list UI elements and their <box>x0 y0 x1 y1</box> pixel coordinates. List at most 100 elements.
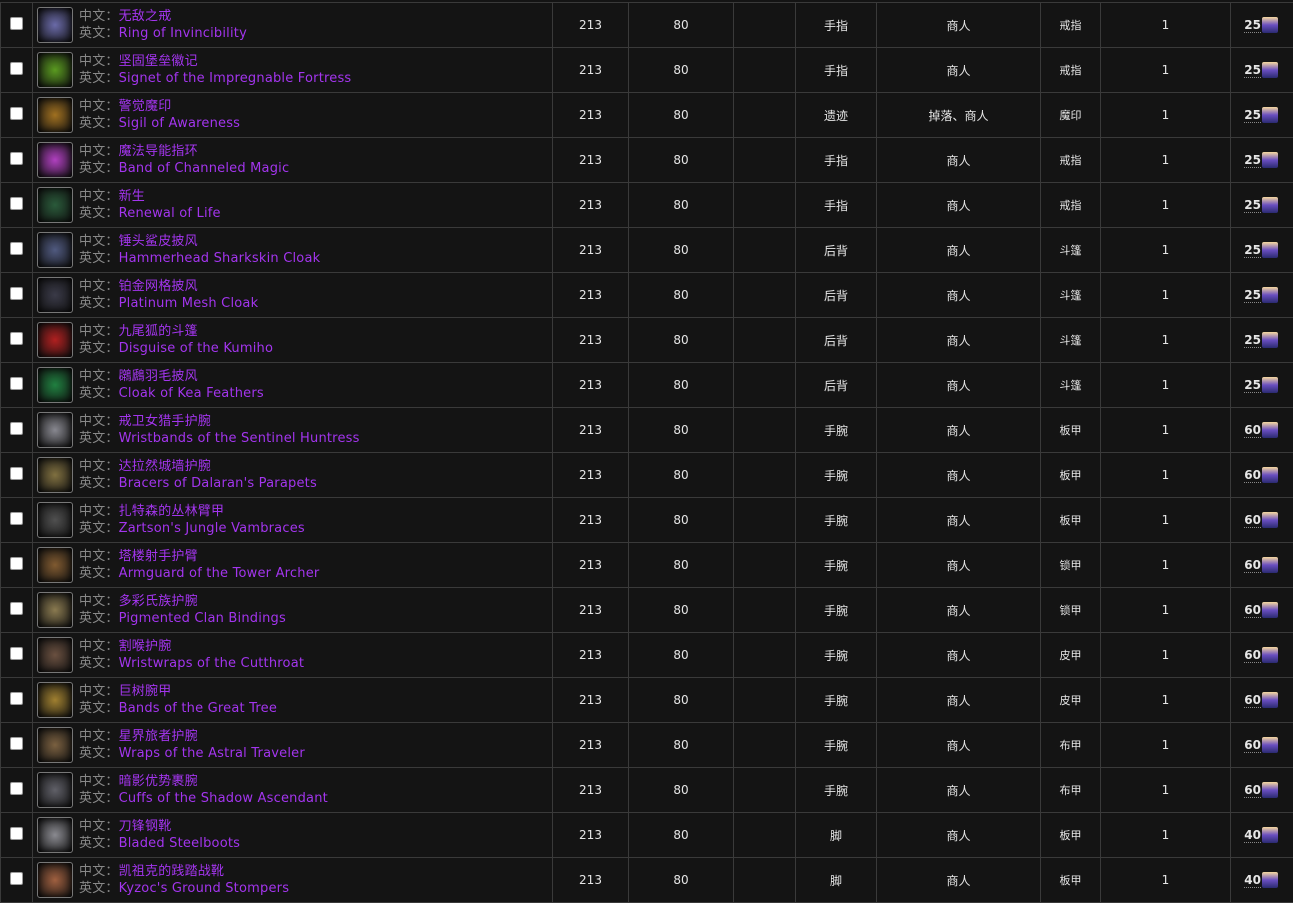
table-row[interactable]: 中文：刀锋钢靴 英文：Bladed Steelboots 213 80 脚 商人… <box>1 813 1293 858</box>
cost-value[interactable]: 25 <box>1244 198 1261 213</box>
table-row[interactable]: 中文：魔法导能指环 英文：Band of Channeled Magic 213… <box>1 138 1293 183</box>
row-checkbox[interactable] <box>10 827 23 840</box>
table-row[interactable]: 中文：锤头鲨皮披风 英文：Hammerhead Sharkskin Cloak … <box>1 228 1293 273</box>
row-checkbox[interactable] <box>10 107 23 120</box>
cost-value[interactable]: 60 <box>1244 693 1261 708</box>
row-checkbox[interactable] <box>10 422 23 435</box>
item-icon[interactable] <box>37 457 73 493</box>
row-checkbox[interactable] <box>10 197 23 210</box>
cost-value[interactable]: 40 <box>1244 828 1261 843</box>
item-icon[interactable] <box>37 7 73 43</box>
table-row[interactable]: 中文：戒卫女猎手护腕 英文：Wristbands of the Sentinel… <box>1 408 1293 453</box>
table-row[interactable]: 中文：星界旅者护腕 英文：Wraps of the Astral Travele… <box>1 723 1293 768</box>
table-row[interactable]: 中文：扎特森的丛林臂甲 英文：Zartson's Jungle Vambrace… <box>1 498 1293 543</box>
cost-value[interactable]: 25 <box>1244 288 1261 303</box>
row-checkbox[interactable] <box>10 692 23 705</box>
item-icon[interactable] <box>37 547 73 583</box>
table-row[interactable]: 中文：铂金网格披风 英文：Platinum Mesh Cloak 213 80 … <box>1 273 1293 318</box>
item-icon[interactable] <box>37 862 73 898</box>
item-name-cn-link[interactable]: 达拉然城墙护腕 <box>119 459 211 474</box>
cost-value[interactable]: 60 <box>1244 648 1261 663</box>
item-icon[interactable] <box>37 277 73 313</box>
item-name-en-link[interactable]: Kyzoc's Ground Stompers <box>119 881 290 896</box>
item-icon[interactable] <box>37 772 73 808</box>
item-name-en-link[interactable]: Armguard of the Tower Archer <box>119 566 320 581</box>
item-name-en-link[interactable]: Renewal of Life <box>119 206 221 221</box>
item-name-cn-link[interactable]: 戒卫女猎手护腕 <box>119 414 211 429</box>
cost-value[interactable]: 60 <box>1244 738 1261 753</box>
item-name-en-link[interactable]: Disguise of the Kumiho <box>119 341 274 356</box>
table-row[interactable]: 中文：多彩氏族护腕 英文：Pigmented Clan Bindings 213… <box>1 588 1293 633</box>
item-name-cn-link[interactable]: 坚固堡垒徽记 <box>119 54 198 69</box>
row-checkbox[interactable] <box>10 287 23 300</box>
item-name-cn-link[interactable]: 锤头鲨皮披风 <box>119 234 198 249</box>
item-name-cn-link[interactable]: 魔法导能指环 <box>119 144 198 159</box>
cost-value[interactable]: 60 <box>1244 468 1261 483</box>
cost-value[interactable]: 25 <box>1244 243 1261 258</box>
row-checkbox[interactable] <box>10 557 23 570</box>
row-checkbox[interactable] <box>10 332 23 345</box>
row-checkbox[interactable] <box>10 602 23 615</box>
table-row[interactable]: 中文：新生 英文：Renewal of Life 213 80 手指 商人 戒指… <box>1 183 1293 228</box>
item-icon[interactable] <box>37 322 73 358</box>
item-name-cn-link[interactable]: 割喉护腕 <box>119 639 172 654</box>
item-name-cn-link[interactable]: 刀锋钢靴 <box>119 819 172 834</box>
item-name-en-link[interactable]: Band of Channeled Magic <box>119 161 290 176</box>
item-name-en-link[interactable]: Cuffs of the Shadow Ascendant <box>119 791 328 806</box>
row-checkbox[interactable] <box>10 242 23 255</box>
item-name-en-link[interactable]: Pigmented Clan Bindings <box>119 611 286 626</box>
row-checkbox[interactable] <box>10 152 23 165</box>
row-checkbox[interactable] <box>10 62 23 75</box>
item-name-cn-link[interactable]: 多彩氏族护腕 <box>119 594 198 609</box>
table-row[interactable]: 中文：警觉魔印 英文：Sigil of Awareness 213 80 遗迹 … <box>1 93 1293 138</box>
item-name-en-link[interactable]: Hammerhead Sharkskin Cloak <box>119 251 321 266</box>
table-row[interactable]: 中文：割喉护腕 英文：Wristwraps of the Cutthroat 2… <box>1 633 1293 678</box>
row-checkbox[interactable] <box>10 467 23 480</box>
item-icon[interactable] <box>37 727 73 763</box>
cost-value[interactable]: 25 <box>1244 333 1261 348</box>
item-icon[interactable] <box>37 232 73 268</box>
item-name-en-link[interactable]: Bladed Steelboots <box>119 836 241 851</box>
cost-value[interactable]: 25 <box>1244 153 1261 168</box>
item-icon[interactable] <box>37 367 73 403</box>
item-name-en-link[interactable]: Sigil of Awareness <box>119 116 241 131</box>
table-row[interactable]: 中文：达拉然城墙护腕 英文：Bracers of Dalaran's Parap… <box>1 453 1293 498</box>
row-checkbox[interactable] <box>10 872 23 885</box>
item-name-cn-link[interactable]: 新生 <box>119 189 145 204</box>
row-checkbox[interactable] <box>10 377 23 390</box>
cost-value[interactable]: 60 <box>1244 783 1261 798</box>
item-icon[interactable] <box>37 412 73 448</box>
item-name-en-link[interactable]: Platinum Mesh Cloak <box>119 296 259 311</box>
item-icon[interactable] <box>37 52 73 88</box>
cost-value[interactable]: 60 <box>1244 513 1261 528</box>
cost-value[interactable]: 60 <box>1244 603 1261 618</box>
item-name-en-link[interactable]: Wraps of the Astral Traveler <box>119 746 305 761</box>
row-checkbox[interactable] <box>10 512 23 525</box>
item-name-en-link[interactable]: Zartson's Jungle Vambraces <box>119 521 305 536</box>
cost-value[interactable]: 40 <box>1244 873 1261 888</box>
table-row[interactable]: 中文：塔楼射手护臂 英文：Armguard of the Tower Arche… <box>1 543 1293 588</box>
item-name-cn-link[interactable]: 鸊鷉羽毛披风 <box>119 369 198 384</box>
item-icon[interactable] <box>37 592 73 628</box>
item-name-cn-link[interactable]: 九尾狐的斗篷 <box>119 324 198 339</box>
cost-value[interactable]: 25 <box>1244 18 1261 33</box>
item-name-cn-link[interactable]: 暗影优势裹腕 <box>119 774 198 789</box>
item-name-cn-link[interactable]: 塔楼射手护臂 <box>119 549 198 564</box>
cost-value[interactable]: 60 <box>1244 423 1261 438</box>
cost-value[interactable]: 25 <box>1244 378 1261 393</box>
item-icon[interactable] <box>37 142 73 178</box>
item-icon[interactable] <box>37 187 73 223</box>
item-name-cn-link[interactable]: 警觉魔印 <box>119 99 172 114</box>
item-name-en-link[interactable]: Wristbands of the Sentinel Huntress <box>119 431 360 446</box>
item-icon[interactable] <box>37 817 73 853</box>
item-icon[interactable] <box>37 682 73 718</box>
row-checkbox[interactable] <box>10 737 23 750</box>
item-name-en-link[interactable]: Cloak of Kea Feathers <box>119 386 264 401</box>
table-row[interactable]: 中文：鸊鷉羽毛披风 英文：Cloak of Kea Feathers 213 8… <box>1 363 1293 408</box>
item-name-cn-link[interactable]: 巨树腕甲 <box>119 684 172 699</box>
table-row[interactable]: 中文：巨树腕甲 英文：Bands of the Great Tree 213 8… <box>1 678 1293 723</box>
table-row[interactable]: 中文：凯祖克的践踏战靴 英文：Kyzoc's Ground Stompers 2… <box>1 858 1293 903</box>
item-name-en-link[interactable]: Signet of the Impregnable Fortress <box>119 71 352 86</box>
item-name-cn-link[interactable]: 扎特森的丛林臂甲 <box>119 504 225 519</box>
row-checkbox[interactable] <box>10 647 23 660</box>
